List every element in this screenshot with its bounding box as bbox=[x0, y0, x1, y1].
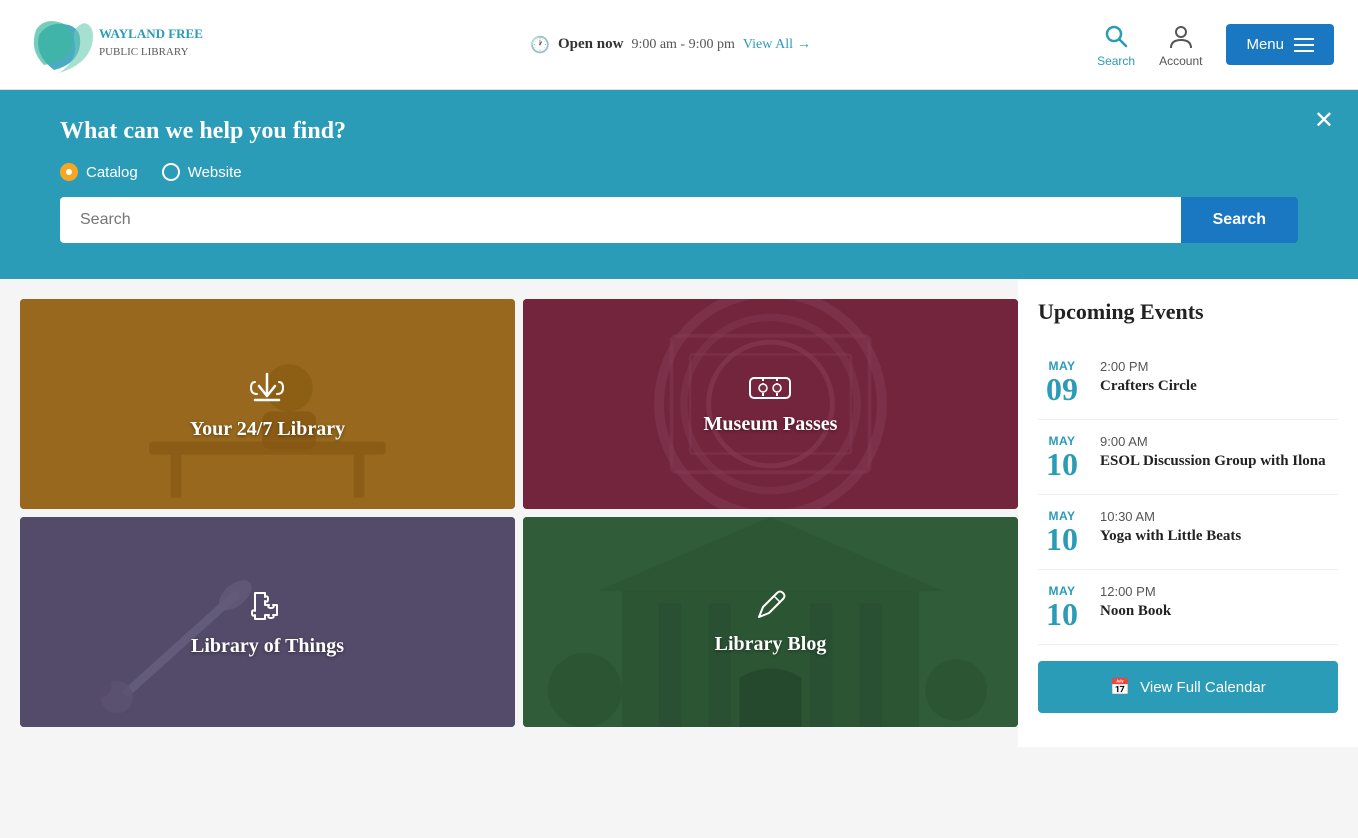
search-options: Catalog Website bbox=[60, 163, 1298, 181]
open-status: Open now bbox=[558, 36, 623, 53]
event-time-0: 2:00 PM bbox=[1100, 359, 1338, 374]
website-radio[interactable] bbox=[162, 163, 180, 181]
search-input[interactable] bbox=[60, 197, 1181, 243]
search-banner: What can we help you find? Catalog Websi… bbox=[0, 90, 1358, 279]
view-calendar-label: View Full Calendar bbox=[1140, 679, 1266, 696]
tile-blog-content: Library Blog bbox=[715, 589, 827, 656]
pencil-icon bbox=[753, 589, 787, 623]
catalog-radio[interactable] bbox=[60, 163, 78, 181]
event-item-2: MAY 10 10:30 AM Yoga with Little Beats bbox=[1038, 495, 1338, 570]
tile-library-24[interactable]: Your 24/7 Library bbox=[20, 299, 515, 509]
tile-library-24-content: Your 24/7 Library bbox=[190, 368, 345, 441]
event-date-2: MAY 10 bbox=[1038, 509, 1086, 555]
event-time-2: 10:30 AM bbox=[1100, 509, 1338, 524]
event-time-1: 9:00 AM bbox=[1100, 434, 1338, 449]
tile-blog-label: Library Blog bbox=[715, 633, 827, 656]
ticket-icon bbox=[748, 373, 792, 403]
svg-text:PUBLIC LIBRARY: PUBLIC LIBRARY bbox=[99, 46, 189, 58]
tiles-grid: Your 24/7 Library bbox=[20, 299, 1018, 727]
website-option[interactable]: Website bbox=[162, 163, 242, 181]
hours-text: 9:00 am - 9:00 pm bbox=[631, 37, 734, 53]
tile-library-things[interactable]: Library of Things bbox=[20, 517, 515, 727]
close-button[interactable]: ✕ bbox=[1314, 106, 1334, 135]
view-calendar-button[interactable]: 📅 View Full Calendar bbox=[1038, 661, 1338, 713]
event-name-0: Crafters Circle bbox=[1100, 377, 1338, 397]
event-name-2: Yoga with Little Beats bbox=[1100, 527, 1338, 547]
sidebar: Upcoming Events MAY 09 2:00 PM Crafters … bbox=[1018, 279, 1358, 747]
main-content: Your 24/7 Library bbox=[0, 279, 1358, 747]
catalog-label: Catalog bbox=[86, 164, 138, 181]
search-nav-button[interactable]: Search bbox=[1097, 22, 1135, 68]
search-button[interactable]: Search bbox=[1181, 197, 1298, 243]
download-icon bbox=[247, 368, 287, 408]
search-nav-label: Search bbox=[1097, 54, 1135, 68]
view-all-label: View All bbox=[743, 37, 793, 53]
event-name-1: ESOL Discussion Group with Ilona bbox=[1100, 452, 1338, 472]
menu-icon bbox=[1294, 38, 1314, 52]
menu-button[interactable]: Menu bbox=[1226, 24, 1334, 65]
logo-svg: WAYLAND FREE PUBLIC LIBRARY bbox=[24, 10, 244, 80]
search-button-label: Search bbox=[1213, 211, 1266, 228]
account-label: Account bbox=[1159, 54, 1202, 68]
event-date-3: MAY 10 bbox=[1038, 584, 1086, 630]
tile-things-label: Library of Things bbox=[191, 635, 344, 658]
event-item-3: MAY 10 12:00 PM Noon Book bbox=[1038, 570, 1338, 645]
menu-label: Menu bbox=[1246, 36, 1284, 53]
header-right: Search Account Menu bbox=[1097, 22, 1334, 68]
event-time-3: 12:00 PM bbox=[1100, 584, 1338, 599]
event-info-1: 9:00 AM ESOL Discussion Group with Ilona bbox=[1100, 434, 1338, 472]
event-info-3: 12:00 PM Noon Book bbox=[1100, 584, 1338, 622]
svg-text:WAYLAND FREE: WAYLAND FREE bbox=[99, 26, 203, 41]
event-info-2: 10:30 AM Yoga with Little Beats bbox=[1100, 509, 1338, 547]
event-day-3: 10 bbox=[1046, 598, 1078, 630]
event-date-1: MAY 10 bbox=[1038, 434, 1086, 480]
tile-museum[interactable]: Museum Passes bbox=[523, 299, 1018, 509]
tile-museum-label: Museum Passes bbox=[704, 413, 838, 436]
tile-library-24-label: Your 24/7 Library bbox=[190, 418, 345, 441]
account-icon bbox=[1167, 22, 1195, 50]
search-banner-title: What can we help you find? bbox=[60, 118, 1298, 145]
header-center: 🕐 Open now 9:00 am - 9:00 pm View All → bbox=[530, 35, 811, 55]
event-info-0: 2:00 PM Crafters Circle bbox=[1100, 359, 1338, 397]
account-button[interactable]: Account bbox=[1159, 22, 1202, 68]
arrow-icon: → bbox=[797, 37, 811, 53]
view-all-link[interactable]: View All → bbox=[743, 37, 811, 53]
event-date-0: MAY 09 bbox=[1038, 359, 1086, 405]
header: WAYLAND FREE PUBLIC LIBRARY 🕐 Open now 9… bbox=[0, 0, 1358, 90]
event-item-0: MAY 09 2:00 PM Crafters Circle bbox=[1038, 345, 1338, 420]
tile-library-blog[interactable]: Library Blog bbox=[523, 517, 1018, 727]
sidebar-title: Upcoming Events bbox=[1038, 299, 1338, 325]
event-list: MAY 09 2:00 PM Crafters Circle MAY 10 9:… bbox=[1038, 345, 1338, 645]
catalog-option[interactable]: Catalog bbox=[60, 163, 138, 181]
event-name-3: Noon Book bbox=[1100, 602, 1338, 622]
website-label: Website bbox=[188, 164, 242, 181]
close-icon: ✕ bbox=[1314, 107, 1334, 134]
tile-museum-content: Museum Passes bbox=[704, 373, 838, 436]
event-item-1: MAY 10 9:00 AM ESOL Discussion Group wit… bbox=[1038, 420, 1338, 495]
calendar-icon: 📅 bbox=[1110, 677, 1130, 697]
event-day-2: 10 bbox=[1046, 523, 1078, 555]
search-row: Search bbox=[60, 197, 1298, 243]
event-day-0: 09 bbox=[1046, 373, 1078, 405]
search-nav-icon bbox=[1102, 22, 1130, 50]
tile-things-content: Library of Things bbox=[191, 587, 344, 658]
logo-area: WAYLAND FREE PUBLIC LIBRARY bbox=[24, 10, 244, 80]
event-day-1: 10 bbox=[1046, 448, 1078, 480]
clock-icon: 🕐 bbox=[530, 35, 550, 55]
puzzle-icon bbox=[249, 587, 287, 625]
